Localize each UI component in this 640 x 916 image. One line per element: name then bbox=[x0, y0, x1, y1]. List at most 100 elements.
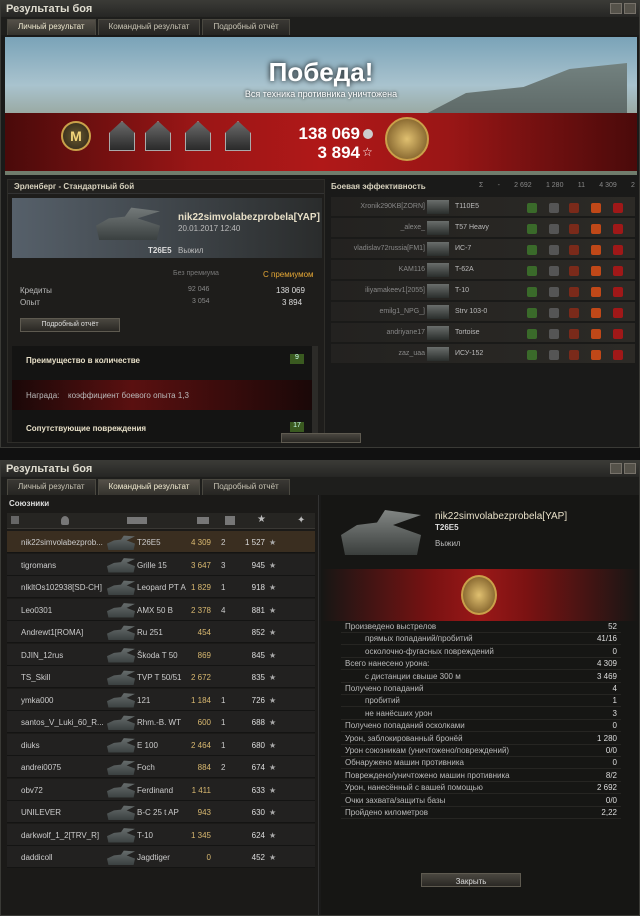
table-row[interactable]: tigromans Grille 15 3 647 3 945 ★ bbox=[7, 553, 315, 576]
damage-column-icon[interactable] bbox=[197, 517, 209, 524]
efficiency-row[interactable]: _alexe_ T57 Heavy bbox=[331, 218, 635, 238]
window-title-top: Результаты боя bbox=[1, 1, 639, 17]
row-player: UNILEVER bbox=[21, 808, 62, 817]
row-damage: 2 464 bbox=[190, 740, 211, 750]
row-tank: AMX 50 B bbox=[137, 605, 174, 615]
row-tank: Ferdinand bbox=[137, 785, 174, 795]
mastery-badge-icon[interactable]: M bbox=[61, 121, 91, 151]
tab-detailed[interactable]: Подробный отчёт bbox=[202, 479, 290, 495]
scroll-handle[interactable] bbox=[281, 433, 361, 443]
tank-class-emblem-icon bbox=[461, 575, 497, 615]
enemy-tank: T-62A bbox=[455, 266, 474, 273]
stat-value: 1 bbox=[612, 696, 617, 706]
efficiency-row[interactable]: zaz_uaa ИСУ-152 bbox=[331, 344, 635, 364]
credits-icon bbox=[363, 129, 373, 139]
squad-icon[interactable] bbox=[11, 516, 19, 524]
stat-label: Получено попаданий bbox=[345, 684, 424, 693]
spot-marker-icon bbox=[569, 287, 579, 297]
kill-marker-icon bbox=[613, 224, 623, 234]
row-tank: Foch bbox=[137, 763, 155, 772]
efficiency-row[interactable]: iliyamakeev1[2055] T-10 bbox=[331, 281, 635, 301]
tab-team[interactable]: Командный результат bbox=[97, 19, 201, 35]
stat-row: Урон, заблокированный бронёй 1 280 bbox=[341, 733, 621, 745]
efficiency-row[interactable]: andriyane17 Tortoise bbox=[331, 323, 635, 343]
stat-row: прямых попаданий/пробитий 41/16 bbox=[341, 633, 621, 646]
table-header[interactable]: ★ ✦ bbox=[7, 513, 315, 529]
efficiency-row[interactable]: emilg1_NPG_] Strv 103-0 bbox=[331, 302, 635, 322]
credits-base: 92 046 bbox=[188, 286, 210, 293]
row-damage: 1 829 bbox=[190, 583, 211, 592]
stat-label: Урон, заблокированный бронёй bbox=[345, 733, 463, 743]
reward-text: коэффициент боевого опыта 1,3 bbox=[68, 391, 189, 400]
efficiency-row[interactable]: vladislav72russia[FM1] ИС-7 bbox=[331, 239, 635, 259]
close-button[interactable]: Закрыть bbox=[421, 873, 521, 887]
table-row[interactable]: DJIN_12rus Škoda T 50 869 845 ★ bbox=[7, 643, 315, 666]
table-row[interactable]: TS_Skill TVP T 50/51 2 672 835 ★ bbox=[7, 666, 315, 688]
table-row[interactable]: Leo0301 AMX 50 B 2 378 4 881 ★ bbox=[7, 598, 315, 621]
window-title-text: Результаты боя bbox=[6, 3, 93, 15]
tab-detailed[interactable]: Подробный отчёт bbox=[202, 19, 290, 35]
tab-personal[interactable]: Личный результат bbox=[7, 479, 96, 495]
table-row[interactable]: nlkltOs102938[SD-CH] Leopard PT A 1 829 … bbox=[7, 576, 315, 598]
credits-premium: 138 069 bbox=[276, 286, 305, 295]
table-row[interactable]: daddicoll Jagdtiger 0 452 ★ bbox=[7, 846, 315, 868]
table-row[interactable]: diuks E 100 2 464 1 680 ★ bbox=[7, 733, 315, 756]
table-row[interactable]: UNILEVER B-C 25 t AP 943 630 ★ bbox=[7, 801, 315, 823]
scrollbar[interactable] bbox=[312, 346, 318, 442]
victory-title: Победа! bbox=[268, 57, 374, 87]
table-row[interactable]: darkwolf_1_2[TRV_R] T-10 1 345 624 ★ bbox=[7, 823, 315, 846]
minimize-icon[interactable] bbox=[610, 3, 622, 14]
row-exp: 633 bbox=[251, 785, 265, 795]
exp-column-icon[interactable]: ★ bbox=[257, 514, 266, 525]
stat-row: Произведено выстрелов 52 bbox=[341, 621, 621, 633]
enemy-player: zaz_uaa bbox=[398, 350, 425, 357]
stat-row: пробитий 1 bbox=[341, 695, 621, 708]
blocked-marker-icon bbox=[549, 308, 559, 318]
detail-player: nik22simvolabezprobela[YAP] bbox=[435, 511, 568, 522]
row-damage: 1 184 bbox=[190, 695, 211, 705]
player-icon[interactable] bbox=[61, 516, 69, 525]
efficiency-row[interactable]: Xronik290KB[ZORN] T110E5 bbox=[331, 197, 635, 217]
efficiency-row[interactable]: KAM116 T-62A bbox=[331, 260, 635, 280]
close-icon[interactable] bbox=[624, 463, 636, 474]
row-damage: 1 411 bbox=[191, 785, 211, 795]
assist-marker-icon bbox=[527, 329, 537, 339]
table-row[interactable]: obv72 Ferdinand 1 411 633 ★ bbox=[7, 778, 315, 801]
tank-column-icon[interactable] bbox=[127, 517, 147, 524]
row-exp: 852 bbox=[251, 628, 265, 637]
stat-value: 0 bbox=[612, 721, 617, 731]
table-row[interactable]: ymka000 121 1 184 1 726 ★ bbox=[7, 688, 315, 711]
close-icon[interactable] bbox=[624, 3, 636, 14]
stat-value: 41/16 bbox=[596, 634, 617, 644]
tank-icon bbox=[107, 603, 135, 618]
victory-banner: Победа! Вся техника противника уничтожен… bbox=[5, 37, 637, 175]
row-exp: 630 bbox=[251, 808, 265, 817]
battle-results-window-top: Результаты боя Личный результат Командны… bbox=[0, 0, 640, 448]
table-row[interactable]: andrei0075 Foch 884 2 674 ★ bbox=[7, 756, 315, 778]
row-tank: T-10 bbox=[137, 830, 154, 840]
row-damage: 2 378 bbox=[190, 605, 211, 615]
row-exp: 881 bbox=[251, 605, 265, 615]
stat-value: 2 692 bbox=[596, 783, 617, 793]
stat-label: Получено попаданий осколками bbox=[345, 721, 465, 731]
minimize-icon[interactable] bbox=[610, 463, 622, 474]
window-controls[interactable] bbox=[610, 463, 636, 474]
stat-value: 8/2 bbox=[605, 770, 617, 780]
tab-personal[interactable]: Личный результат bbox=[7, 19, 96, 35]
window-controls[interactable] bbox=[610, 3, 636, 14]
detailed-report-button[interactable]: Подробный отчёт bbox=[20, 318, 120, 332]
row-player: nlkltOs102938[SD-CH] bbox=[21, 583, 102, 592]
medals-column-icon[interactable]: ✦ bbox=[297, 515, 305, 526]
table-row[interactable]: santos_V_Luki_60_R... Rhm.-B. WT 600 1 6… bbox=[7, 711, 315, 733]
tab-team[interactable]: Командный результат bbox=[97, 479, 201, 495]
kill-marker-icon bbox=[613, 266, 623, 276]
table-row[interactable]: Andrewt1[ROMA] Ru 251 454 852 ★ bbox=[7, 621, 315, 643]
kills-column-icon[interactable] bbox=[225, 516, 235, 525]
star-icon: ★ bbox=[269, 673, 277, 682]
row-tank: T26E5 bbox=[137, 538, 161, 547]
table-row[interactable]: nik22simvolabezprob... T26E5 4 309 2 1 5… bbox=[7, 531, 315, 553]
assist-marker-icon bbox=[527, 224, 537, 234]
premium-header: С премиумом bbox=[263, 270, 314, 279]
stat-label: не нанёсших урон bbox=[365, 708, 433, 718]
exp-earned: 3 894 bbox=[285, 143, 360, 163]
